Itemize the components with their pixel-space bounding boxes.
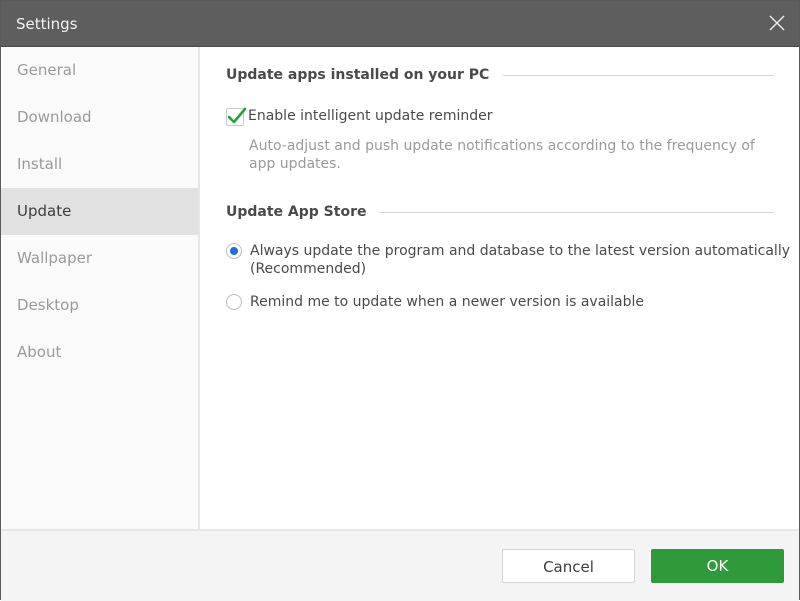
- section-divider: [503, 74, 774, 76]
- radio-auto-update[interactable]: Always update the program and database t…: [226, 242, 790, 278]
- radio-button[interactable]: [226, 243, 242, 259]
- checkbox-label: Enable intelligent update reminder: [248, 108, 493, 124]
- checkmark-icon: [227, 107, 247, 124]
- reminder-description: Auto-adjust and push update notification…: [249, 138, 755, 172]
- settings-content: Update apps installed on your PC Enable …: [200, 47, 799, 529]
- section-heading: Update App Store: [226, 204, 367, 220]
- settings-window: Settings General Download Install Update…: [0, 0, 800, 601]
- section-heading: Update apps installed on your PC: [226, 67, 490, 83]
- checkbox[interactable]: [226, 107, 247, 126]
- sidebar-item-install[interactable]: Install: [1, 141, 198, 188]
- section-update-apps-header: Update apps installed on your PC: [226, 67, 774, 83]
- cancel-button[interactable]: Cancel: [502, 549, 635, 583]
- section-update-app-store-header: Update App Store: [226, 204, 774, 220]
- radio-remind-update[interactable]: Remind me to update when a newer version…: [226, 293, 644, 311]
- sidebar-item-download[interactable]: Download: [1, 94, 198, 141]
- title-bar: Settings: [1, 1, 799, 47]
- radio-label: Remind me to update when a newer version…: [250, 294, 645, 310]
- radio-button[interactable]: [226, 294, 242, 310]
- radio-label-line2: (Recommended): [250, 261, 367, 277]
- ok-button[interactable]: OK: [651, 549, 784, 583]
- close-icon: [769, 15, 785, 31]
- radio-label-line1: Always update the program and database t…: [250, 243, 790, 259]
- dialog-footer: Cancel OK: [1, 529, 799, 601]
- sidebar-item-general[interactable]: General: [1, 47, 198, 94]
- close-button[interactable]: [767, 13, 787, 33]
- radio-label: Always update the program and database t…: [250, 242, 790, 278]
- sidebar-item-wallpaper[interactable]: Wallpaper: [1, 235, 198, 282]
- window-title: Settings: [16, 15, 78, 33]
- sidebar-item-update[interactable]: Update: [1, 188, 198, 235]
- sidebar-item-desktop[interactable]: Desktop: [1, 282, 198, 329]
- section-divider: [380, 211, 774, 213]
- intelligent-reminder-checkbox[interactable]: Enable intelligent update reminder: [226, 107, 493, 126]
- sidebar-nav: General Download Install Update Wallpape…: [1, 47, 200, 529]
- sidebar-item-about[interactable]: About: [1, 329, 198, 376]
